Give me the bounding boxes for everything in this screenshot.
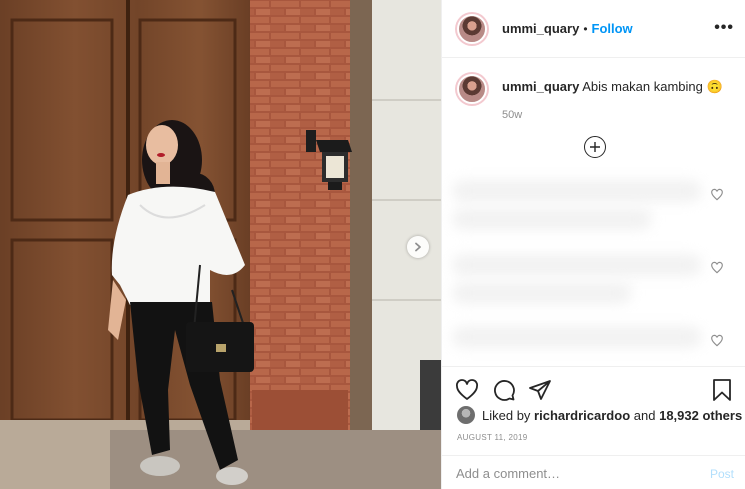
share-icon[interactable] <box>528 378 552 402</box>
comment-input[interactable] <box>456 464 686 482</box>
comment-like-heart-icon[interactable] <box>710 261 724 275</box>
blurred-comment <box>452 282 632 304</box>
likes-and: and <box>633 407 656 423</box>
add-comment-bar: Post <box>442 455 745 489</box>
likes-prefix: Liked by <box>482 407 531 423</box>
blurred-comment <box>452 208 652 230</box>
carousel-next-button[interactable] <box>407 236 429 258</box>
comment-icon[interactable] <box>492 378 516 402</box>
likes-count-link[interactable]: 18,932 others <box>659 408 742 423</box>
post-comment-button[interactable]: Post <box>710 467 734 481</box>
more-options-button[interactable]: ••• <box>714 19 734 37</box>
likes-summary: Liked by richardricardoo and 18,932 othe… <box>457 406 742 424</box>
post-actions-bar <box>442 366 745 410</box>
blurred-comment <box>452 326 702 348</box>
post-caption: ummi_quary Abis makan kambing 🙃 50w <box>455 72 735 121</box>
blurred-comment <box>452 180 702 202</box>
blurred-comment <box>452 254 702 276</box>
post-header: ummi_quary • Follow ••• <box>442 0 745 58</box>
comment-like-heart-icon[interactable] <box>710 334 724 348</box>
comment-like-heart-icon[interactable] <box>710 188 724 202</box>
chevron-right-icon <box>415 242 421 252</box>
post-date[interactable]: AUGUST 11, 2019 <box>457 433 527 442</box>
author-username-link[interactable]: ummi_quary <box>502 21 579 36</box>
liker-username-link[interactable]: richardricardoo <box>534 408 630 423</box>
post-photo[interactable] <box>0 0 441 489</box>
header-separator: • <box>583 21 588 36</box>
plus-circle-icon <box>590 142 600 152</box>
caption-username-link[interactable]: ummi_quary <box>502 79 579 94</box>
post-side-panel: ummi_quary • Follow ••• ummi_quary Abis … <box>441 0 745 489</box>
comments-list[interactable] <box>442 166 745 366</box>
author-avatar[interactable] <box>455 11 489 46</box>
post-image <box>0 0 441 489</box>
caption-avatar[interactable] <box>455 72 489 106</box>
caption-text: Abis makan kambing 🙃 <box>582 79 723 94</box>
bookmark-icon[interactable] <box>710 378 734 402</box>
follow-button[interactable]: Follow <box>592 21 633 36</box>
caption-timestamp[interactable]: 50w <box>502 109 723 121</box>
liker-avatar[interactable] <box>457 406 475 424</box>
load-more-comments-button[interactable] <box>584 136 606 158</box>
heart-icon[interactable] <box>455 378 479 402</box>
